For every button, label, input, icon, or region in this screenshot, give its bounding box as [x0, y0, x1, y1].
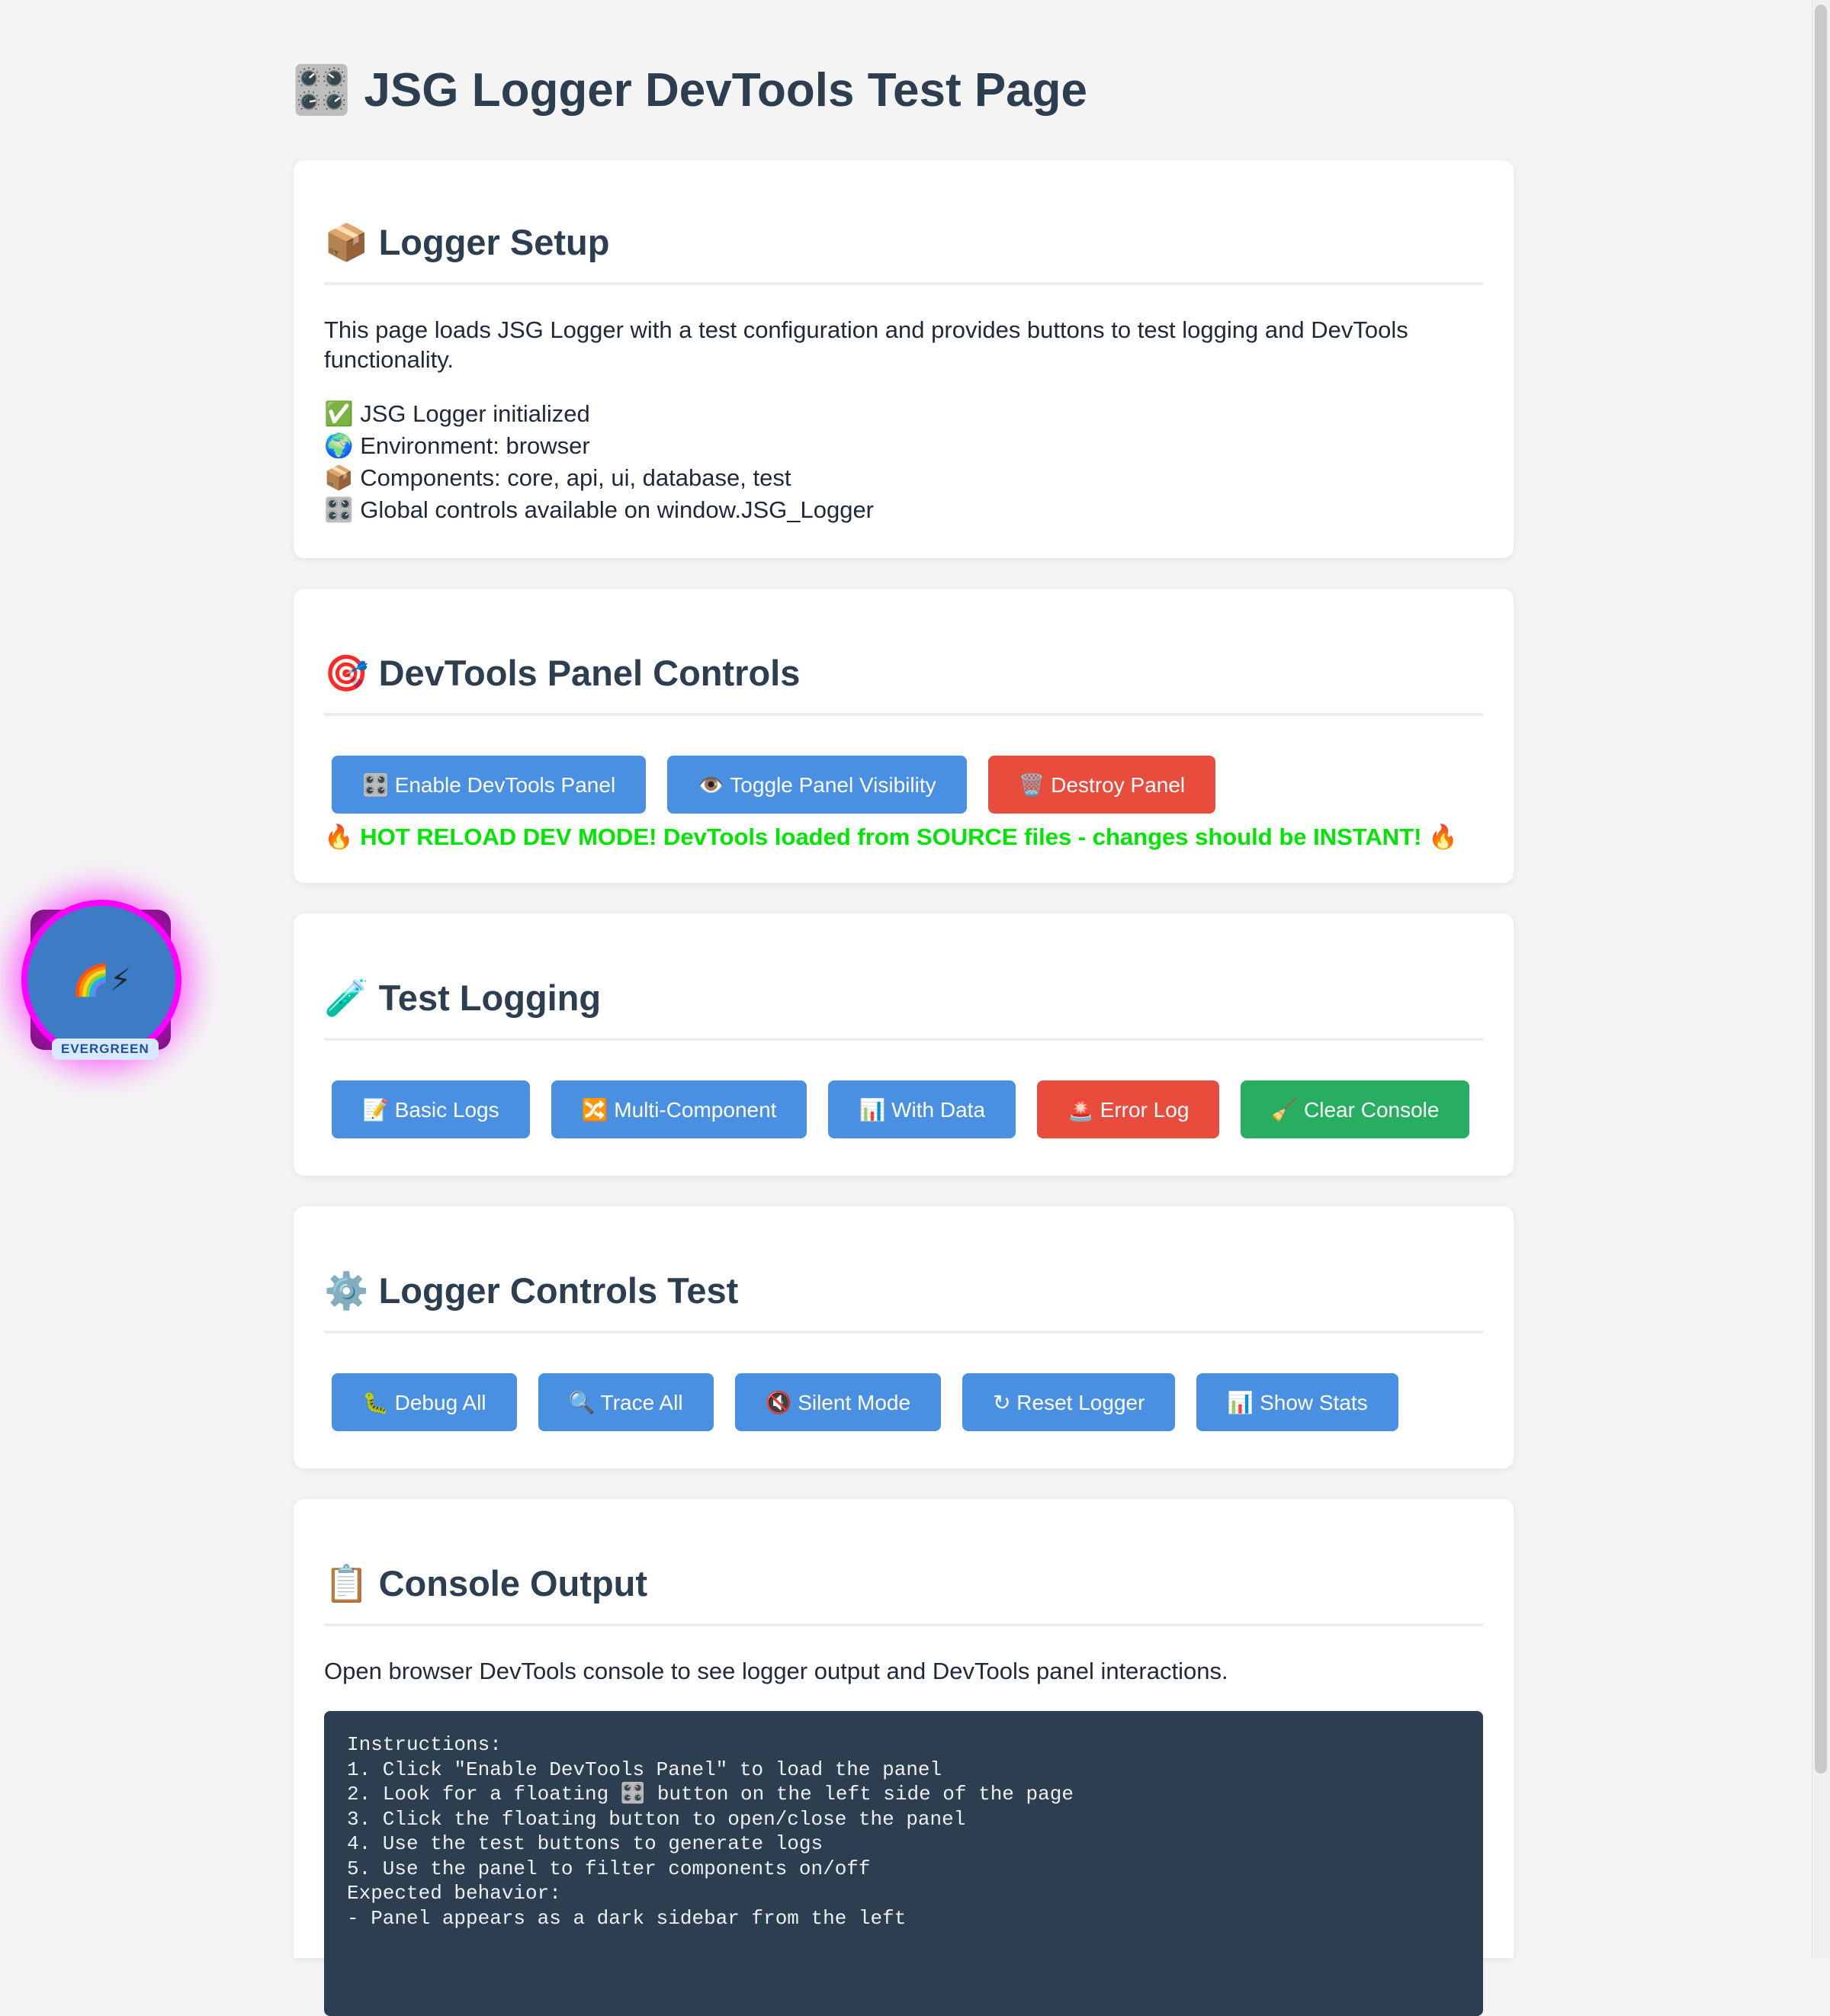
section-divider	[324, 1038, 1483, 1042]
instructions-code-block: Instructions: 1. Click "Enable DevTools …	[324, 1711, 1483, 2016]
console-output-heading: 📋 Console Output	[324, 1563, 648, 1603]
error-log-button[interactable]: 🚨 Error Log	[1037, 1080, 1220, 1139]
page-title: 🎛️ JSG Logger DevTools Test Page	[292, 64, 1088, 117]
show-stats-button[interactable]: 📊 Show Stats	[1196, 1373, 1398, 1432]
logger-controls-buttons: 🐛 Debug All 🔍 Trace All 🔇 Silent Mode ↻ …	[324, 1373, 1483, 1432]
enable-devtools-panel-button[interactable]: 🎛️ Enable DevTools Panel	[332, 756, 647, 814]
test-logging-heading: 🧪 Test Logging	[324, 978, 602, 1018]
code-line: 1. Click "Enable DevTools Panel" to load…	[347, 1758, 942, 1781]
status-list: ✅ JSG Logger initialized 🌍 Environment: …	[324, 398, 1483, 526]
logger-setup-heading: 📦 Logger Setup	[324, 222, 610, 262]
section-divider	[324, 1331, 1483, 1334]
floating-devtools-button[interactable]: 🌈⚡	[21, 900, 181, 1060]
multi-component-button[interactable]: 🔀 Multi-Component	[551, 1080, 807, 1139]
devtools-panel-controls-card: 🎯 DevTools Panel Controls 🎛️ Enable DevT…	[294, 589, 1514, 883]
silent-mode-button[interactable]: 🔇 Silent Mode	[734, 1373, 942, 1432]
test-logging-card: 🧪 Test Logging 📝 Basic Logs 🔀 Multi-Comp…	[294, 913, 1514, 1176]
status-initialized: ✅ JSG Logger initialized	[324, 400, 590, 427]
section-divider	[324, 1623, 1483, 1627]
status-global-controls: 🎛️ Global controls available on window.J…	[324, 496, 875, 523]
logger-controls-heading: ⚙️ Logger Controls Test	[324, 1270, 739, 1311]
logger-setup-card: 📦 Logger Setup This page loads JSG Logge…	[294, 160, 1514, 558]
console-output-card: 📋 Console Output Open browser DevTools c…	[294, 1499, 1514, 2016]
basic-logs-button[interactable]: 📝 Basic Logs	[332, 1080, 530, 1139]
setup-description: This page loads JSG Logger with a test c…	[324, 316, 1408, 374]
rainbow-lightning-icon: 🌈⚡	[72, 963, 131, 997]
toggle-panel-visibility-button[interactable]: 👁️ Toggle Panel Visibility	[667, 756, 967, 814]
trace-all-button[interactable]: 🔍 Trace All	[538, 1373, 714, 1432]
console-output-description: Open browser DevTools console to see log…	[324, 1658, 1228, 1685]
with-data-button[interactable]: 📊 With Data	[828, 1080, 1016, 1139]
destroy-panel-button[interactable]: 🗑️ Destroy Panel	[987, 756, 1216, 814]
code-line: 2. Look for a floating 🎛️ button on the …	[347, 1783, 1074, 1806]
status-environment: 🌍 Environment: browser	[324, 432, 590, 459]
floating-devtools-button-wrapper: 🌈⚡ EVERGREEN	[21, 900, 181, 1083]
code-line: 3. Click the floating button to open/clo…	[347, 1807, 966, 1831]
status-components: 📦 Components: core, api, ui, database, t…	[324, 464, 791, 491]
panel-controls-heading: 🎯 DevTools Panel Controls	[324, 653, 801, 693]
debug-all-button[interactable]: 🐛 Debug All	[332, 1373, 517, 1432]
evergreen-badge: EVERGREEN	[52, 1038, 159, 1060]
code-line: 4. Use the test buttons to generate logs	[347, 1832, 824, 1856]
clear-console-button[interactable]: 🧹 Clear Console	[1241, 1080, 1470, 1139]
panel-controls-buttons: 🎛️ Enable DevTools Panel 👁️ Toggle Panel…	[324, 756, 1483, 814]
code-line: Expected behavior:	[347, 1882, 561, 1905]
vertical-scrollbar[interactable]	[1812, 0, 1830, 1958]
code-line: Instructions:	[347, 1733, 502, 1757]
reset-logger-button[interactable]: ↻ Reset Logger	[962, 1373, 1176, 1432]
section-divider	[324, 713, 1483, 717]
code-line: 5. Use the panel to filter components on…	[347, 1857, 871, 1880]
test-logging-buttons: 📝 Basic Logs 🔀 Multi-Component 📊 With Da…	[324, 1080, 1483, 1139]
hot-reload-notice: 🔥 HOT RELOAD DEV MODE! DevTools loaded f…	[324, 823, 1458, 851]
logger-controls-test-card: ⚙️ Logger Controls Test 🐛 Debug All 🔍 Tr…	[294, 1206, 1514, 1469]
scrollbar-thumb[interactable]	[1815, 5, 1827, 1774]
code-line: - Panel appears as a dark sidebar from t…	[347, 1906, 907, 1930]
section-divider	[324, 282, 1483, 286]
